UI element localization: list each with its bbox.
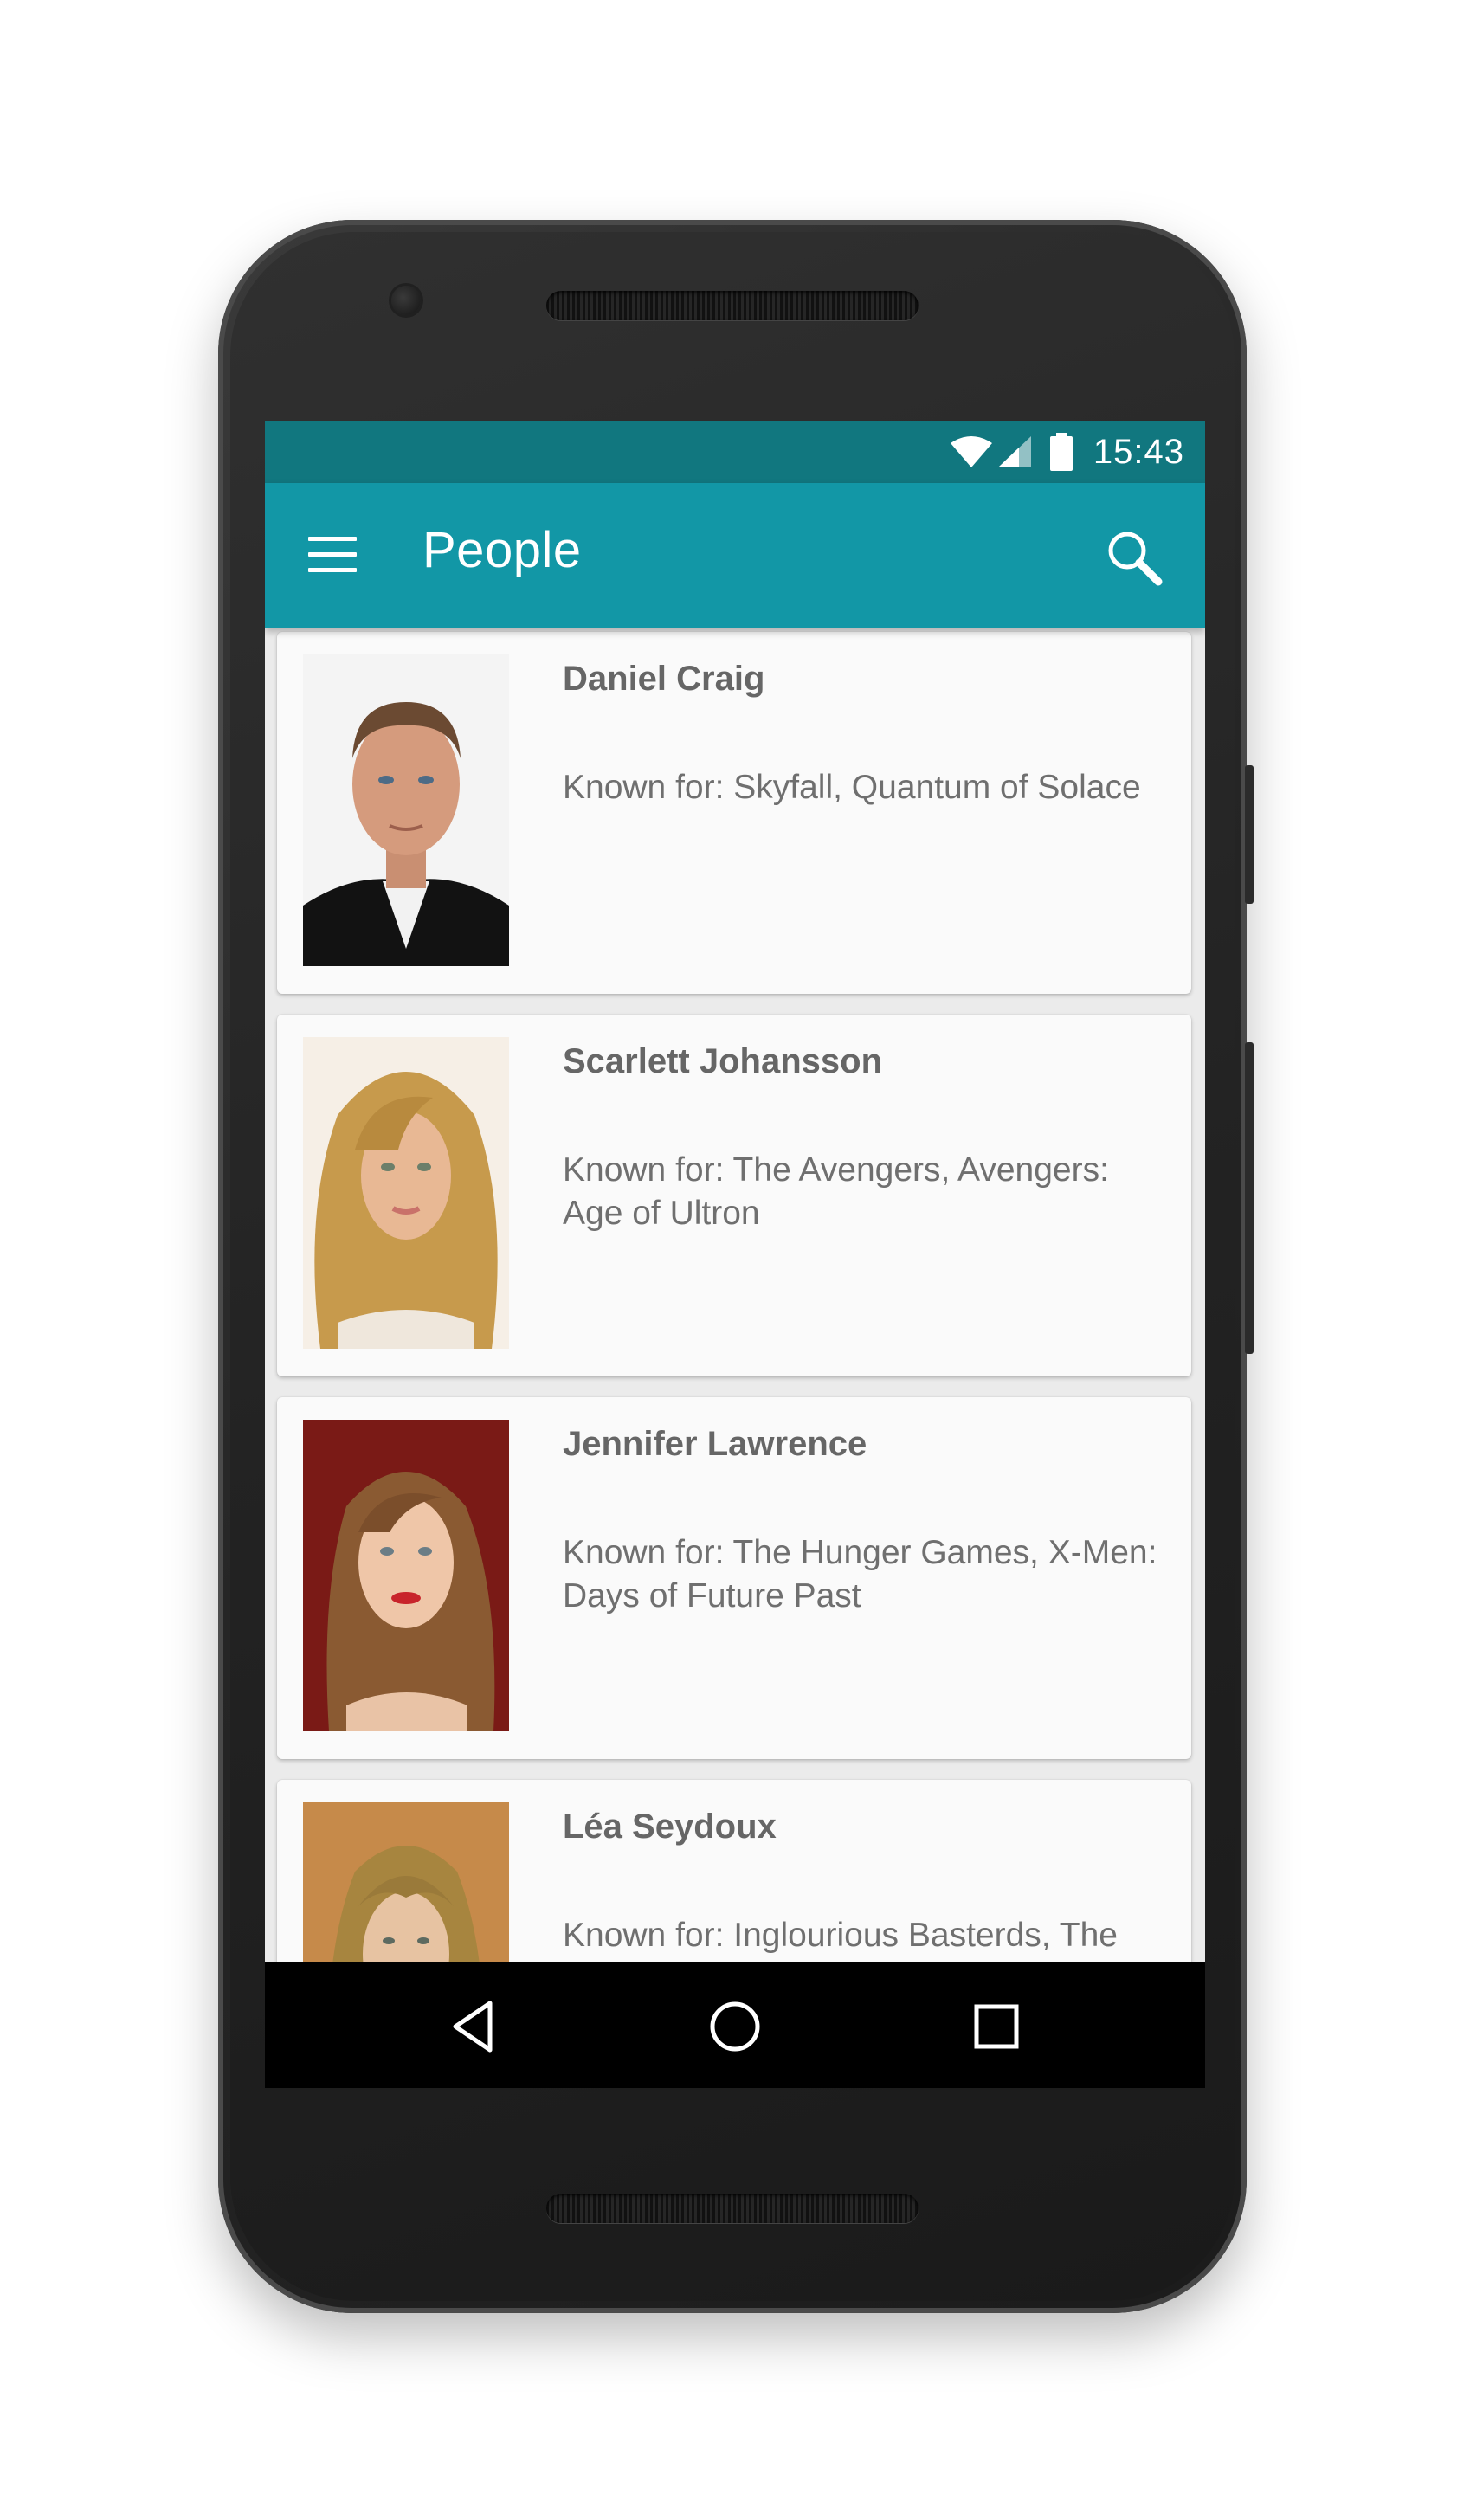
person-known-for: Known for: Inglourious Basterds, The <box>563 1917 1118 1954</box>
cell-signal-icon <box>997 436 1031 467</box>
home-icon[interactable] <box>705 1996 765 2057</box>
person-name: Jennifer Lawrence <box>563 1425 867 1463</box>
person-card-lea-seydoux[interactable]: Léa Seydoux Known for: Inglourious Baste… <box>277 1780 1191 1962</box>
person-name: Daniel Craig <box>563 660 765 698</box>
person-photo <box>303 1037 509 1349</box>
recents-icon[interactable] <box>966 1996 1027 2057</box>
status-bar: 15:43 <box>265 421 1205 483</box>
top-speaker-grille <box>546 291 919 320</box>
person-name: Scarlett Johansson <box>563 1042 883 1080</box>
person-card-daniel-craig[interactable]: Daniel Craig Known for: Skyfall, Quantum… <box>277 632 1191 994</box>
person-photo <box>303 1420 509 1731</box>
people-list: Daniel Craig Known for: Skyfall, Quantum… <box>265 628 1205 1962</box>
person-photo <box>303 1802 509 1962</box>
page-title: People <box>422 522 582 578</box>
phone-screen: 15:43 People Daniel Craig Known for: Sky… <box>265 421 1205 2088</box>
person-known-for: Known for: Skyfall, Quantum of Solace <box>563 769 1141 806</box>
volume-rocker <box>1245 1042 1254 1354</box>
person-card-jennifer-lawrence[interactable]: Jennifer Lawrence Known for: The Hunger … <box>277 1397 1191 1759</box>
navigation-bar <box>265 1962 1205 2088</box>
app-bar: People <box>265 483 1205 628</box>
back-icon[interactable] <box>445 1996 506 2057</box>
bottom-speaker-grille <box>546 2194 919 2223</box>
wifi-icon <box>950 436 992 467</box>
status-icons: 15:43 <box>950 421 1184 483</box>
power-button <box>1245 765 1254 904</box>
status-time: 15:43 <box>1093 432 1184 471</box>
front-camera <box>391 286 421 315</box>
person-known-for: Known for: The Avengers, Avengers: Age o… <box>563 1151 1109 1232</box>
person-card-scarlett-johansson[interactable]: Scarlett Johansson Known for: The Avenge… <box>277 1015 1191 1376</box>
hamburger-menu-icon[interactable] <box>308 535 360 577</box>
person-name: Léa Seydoux <box>563 1808 777 1846</box>
search-icon[interactable] <box>1103 526 1165 589</box>
battery-icon <box>1049 433 1073 471</box>
person-photo <box>303 654 509 966</box>
person-known-for: Known for: The Hunger Games, X-Men: Days… <box>563 1534 1157 1614</box>
